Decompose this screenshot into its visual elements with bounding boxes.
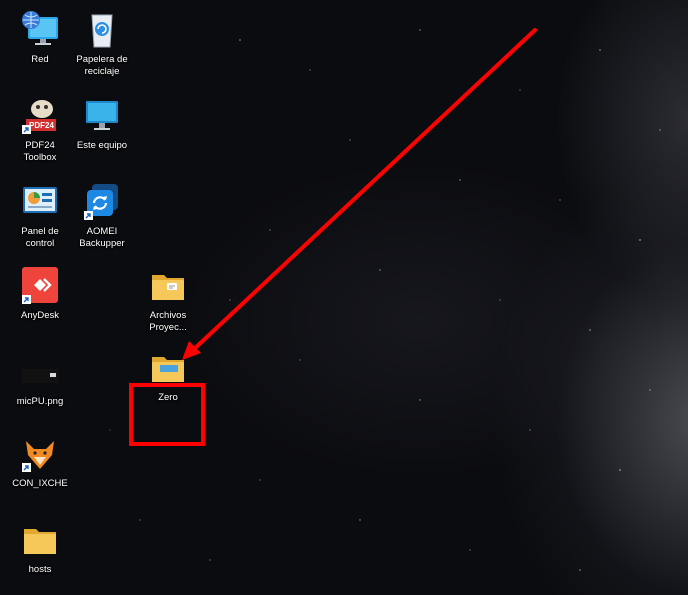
desktop-icon-label: AOMEI Backupper [79,226,125,249]
folder-icon [147,264,189,306]
svg-text:PDF24: PDF24 [29,121,54,130]
desktop-icon-hosts[interactable]: hosts [3,518,77,576]
desktop-icon-archivos-proyectos[interactable]: Archivos Proyec... [131,264,205,334]
desktop-icon-anydesk[interactable]: AnyDesk [3,264,77,322]
desktop-icon-recycle-bin[interactable]: Papelera de reciclaje [65,8,139,78]
starfield-background [109,29,661,571]
anydesk-icon [19,264,61,306]
desktop[interactable]: Red Papelera de reciclaje PDF24 PDF24 To… [0,0,688,595]
desktop-icon-aomei-backupper[interactable]: AOMEI Backupper [65,180,139,250]
network-icon [19,8,61,50]
desktop-icon-label: hosts [28,564,52,575]
this-pc-icon [81,94,123,136]
pdf24-icon: PDF24 [19,94,61,136]
desktop-icon-label: Panel de control [21,226,59,249]
desktop-icon-label: Papelera de reciclaje [76,54,128,77]
desktop-icon-label: CON_IXCHE [12,478,68,489]
aomei-backupper-icon [81,180,123,222]
desktop-icon-this-pc[interactable]: Este equipo [65,94,139,152]
desktop-icon-label: Red [31,54,49,65]
annotation-arrow [182,28,537,360]
desktop-icon-label: PDF24 Toolbox [23,140,57,163]
folder-icon [147,346,189,388]
recycle-bin-icon [81,8,123,50]
image-file-icon [19,350,61,392]
desktop-icon-con-ixche[interactable]: CON_IXCHE [3,432,77,490]
desktop-icon-label: Este equipo [76,140,128,151]
desktop-icon-label: micPU.png [16,396,64,407]
desktop-icon-label: Archivos Proyec... [149,310,187,333]
desktop-icon-label: AnyDesk [20,310,59,321]
fox-app-icon [19,432,61,474]
control-panel-icon [19,180,61,222]
annotation-highlight-box [129,383,205,446]
desktop-icon-micpu-png[interactable]: micPU.png [3,350,77,408]
folder-icon [19,518,61,560]
